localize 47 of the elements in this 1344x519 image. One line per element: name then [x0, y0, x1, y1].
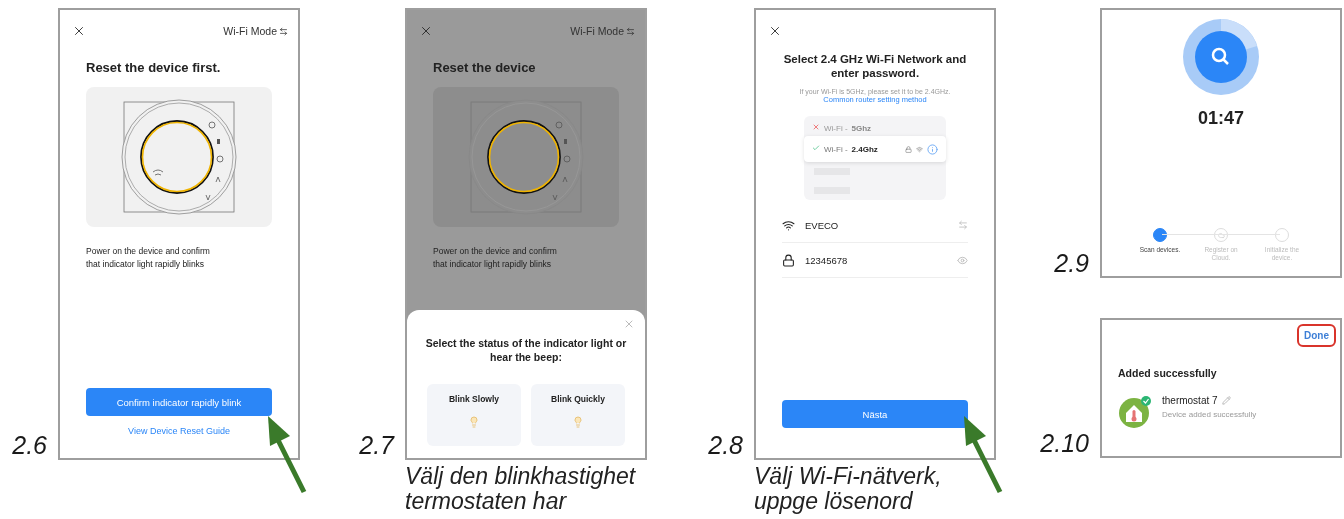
info-icon: [927, 143, 938, 155]
figure-number: 2.8: [707, 433, 744, 458]
wifi-icon: [782, 218, 795, 232]
figure-number: 2.10: [1039, 431, 1090, 456]
screen-title: Added successfully: [1117, 366, 1218, 379]
network-band-label: 5Ghz: [851, 123, 873, 133]
close-icon[interactable]: [419, 24, 433, 38]
confirm-button[interactable]: Confirm indicator rapidly blink: [86, 388, 272, 416]
device-status: Device added successfully: [1162, 410, 1257, 419]
figure-caption: Välj Wi-Fi-nätverk, uppge lösenord: [754, 464, 943, 514]
sheet-title: Select the status of the indicator light or hear the beep:: [424, 336, 628, 364]
instruction-text: Power on the device and confirm that indicator light rapidly blinks: [85, 245, 211, 271]
figure-caption: Välj den blinkhastighet termostaten har: [405, 464, 637, 514]
swap-icon: [626, 26, 635, 36]
password-field[interactable]: 12345678: [782, 243, 968, 278]
reset-guide-link[interactable]: View Device Reset Guide: [128, 426, 230, 436]
swap-icon: [279, 26, 288, 36]
figure-number: 2.7: [358, 433, 396, 458]
network-label: Wi-Fi -: [824, 123, 848, 133]
next-button[interactable]: Nästa: [782, 400, 968, 428]
wifi-mode-link[interactable]: Wi-Fi Mode: [223, 25, 288, 37]
wifi-mode-link[interactable]: Wi-Fi Mode: [570, 25, 635, 37]
bulb-icon: [572, 416, 584, 428]
bulb-icon: [468, 416, 480, 428]
network-band-label: 2.4Ghz: [851, 144, 879, 154]
ssid-field[interactable]: EVECO: [782, 208, 968, 243]
instruction-text: Power on the device and confirm that indicator light rapidly blinks: [432, 245, 558, 271]
close-icon[interactable]: [768, 24, 782, 38]
countdown-timer: 01:47: [1196, 108, 1245, 129]
done-button[interactable]: Done: [1297, 324, 1336, 347]
blink-option[interactable]: Blink Slowly: [427, 384, 521, 446]
thermostat-house-icon: [1118, 395, 1152, 429]
swap-icon[interactable]: [958, 220, 968, 230]
screen-title: Reset the device first.: [85, 59, 222, 75]
figure-number: 2.6: [11, 433, 48, 458]
lock-icon: [905, 145, 912, 153]
eye-icon[interactable]: [957, 254, 968, 266]
lock-icon: [782, 253, 795, 267]
close-icon[interactable]: [72, 24, 86, 38]
device-name: thermostat 7: [1162, 395, 1218, 406]
wifi-icon: [916, 145, 923, 153]
screen-title: Reset the device: [432, 59, 537, 75]
screen-title: Select 2.4 GHz Wi-Fi Network and enter password.: [782, 52, 968, 80]
edit-icon[interactable]: [1221, 396, 1231, 405]
figure-number: 2.9: [1053, 251, 1090, 276]
blink-option[interactable]: Blink Quickly: [531, 384, 625, 446]
network-label: Wi-Fi -: [824, 144, 848, 154]
